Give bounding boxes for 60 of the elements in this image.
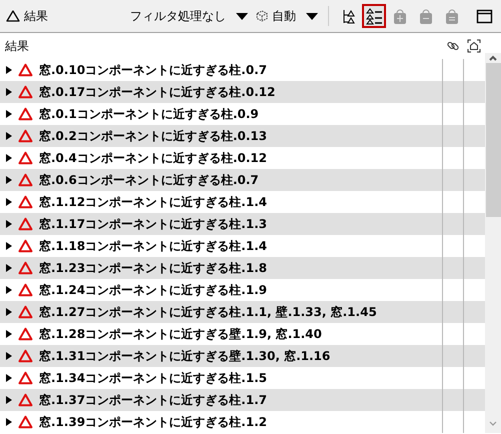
expand-arrow-icon[interactable] (6, 308, 12, 316)
warning-icon (18, 195, 33, 209)
expand-arrow-icon[interactable] (6, 198, 12, 206)
warning-icon (18, 173, 33, 187)
warning-icon (18, 107, 33, 121)
expand-arrow-icon[interactable] (6, 154, 12, 162)
result-text[interactable]: 窓.1.34コンポーネントに近すぎる柱.1.5 (39, 370, 267, 386)
warning-icon (18, 85, 33, 99)
warning-icon (18, 217, 33, 231)
warning-icon (18, 63, 33, 77)
result-text[interactable]: 窓.0.10コンポーネントに近すぎる柱.0.7 (39, 62, 267, 78)
expand-arrow-icon[interactable] (6, 242, 12, 250)
scroll-up-icon (488, 53, 498, 63)
warning-icon (18, 151, 33, 165)
filter-dropdown[interactable]: フィルタ処理なし (126, 4, 252, 28)
warning-icon (18, 305, 33, 319)
warning-icon (18, 349, 33, 363)
warning-icon (18, 371, 33, 385)
warning-icon (18, 415, 33, 429)
column-header[interactable]: 結果 (5, 38, 29, 54)
result-text[interactable]: 窓.1.39コンポーネントに近すぎる柱.1.2 (39, 414, 267, 430)
warning-icon (6, 9, 20, 23)
expand-arrow-icon[interactable] (6, 88, 12, 96)
result-text[interactable]: 窓.1.18コンポーネントに近すぎる柱.1.4 (39, 238, 267, 254)
warning-icon (18, 261, 33, 275)
cube-icon (256, 10, 268, 22)
expand-arrow-icon[interactable] (6, 264, 12, 272)
expand-arrow-icon[interactable] (6, 418, 12, 426)
result-text[interactable]: 窓.0.1コンポーネントに近すぎる柱.0.9 (39, 106, 259, 122)
focus-icon (466, 39, 480, 53)
expand-arrow-icon[interactable] (6, 66, 12, 74)
scrollbar[interactable] (485, 53, 501, 433)
expand-arrow-icon[interactable] (6, 374, 12, 382)
bag-add-icon (392, 8, 408, 24)
list-icon (366, 8, 382, 24)
mode-dropdown[interactable]: 自動 (252, 4, 322, 28)
warning-icon (18, 129, 33, 143)
list-button[interactable] (362, 4, 386, 28)
link-icon (446, 39, 460, 53)
expand-arrow-icon[interactable] (6, 220, 12, 228)
expand-arrow-icon[interactable] (6, 286, 12, 294)
expand-arrow-icon[interactable] (6, 352, 12, 360)
result-text[interactable]: 窓.0.4コンポーネントに近すぎる柱.0.12 (39, 150, 267, 166)
window-icon (476, 8, 492, 24)
expand-arrow-icon[interactable] (6, 396, 12, 404)
warning-icon (18, 327, 33, 341)
expand-arrow-icon[interactable] (6, 132, 12, 140)
result-text[interactable]: 窓.1.24コンポーネントに近すぎる柱.1.9 (39, 282, 267, 298)
expand-arrow-icon[interactable] (6, 176, 12, 184)
result-text[interactable]: 窓.1.12コンポーネントに近すぎる柱.1.4 (39, 194, 267, 210)
panel-title: 結果 (24, 8, 48, 24)
scroll-thumb[interactable] (486, 63, 500, 217)
bag-icon (444, 8, 460, 24)
expand-arrow-icon[interactable] (6, 330, 12, 338)
warning-icon (18, 239, 33, 253)
expand-arrow-icon[interactable] (6, 110, 12, 118)
result-text[interactable]: 窓.1.28コンポーネントに近すぎる壁.1.9, 窓.1.40 (39, 326, 322, 342)
warning-icon (18, 283, 33, 297)
bag-remove-icon (418, 8, 434, 24)
warning-icon (18, 393, 33, 407)
